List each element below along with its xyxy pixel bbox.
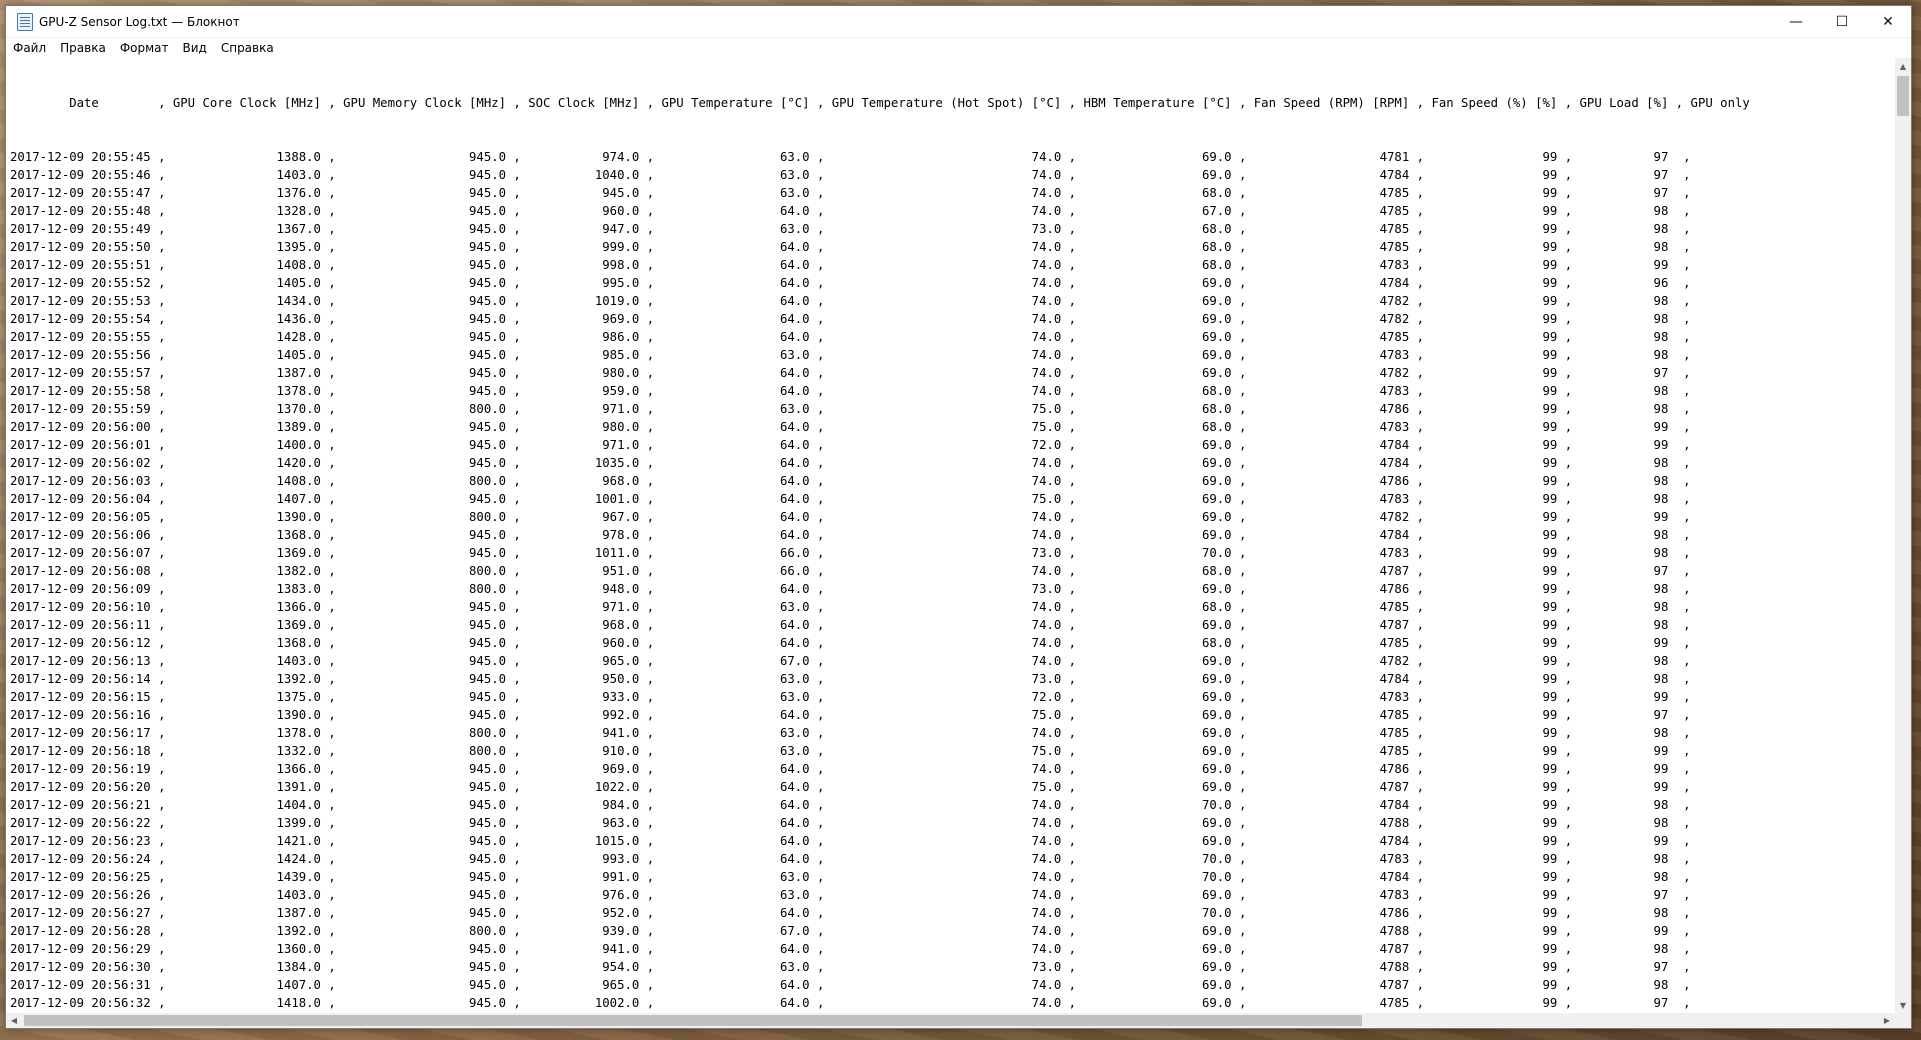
log-line: 2017-12-09 20:56:09 , 1383.0 , 800.0 , 9… <box>10 582 1691 596</box>
log-line: 2017-12-09 20:56:26 , 1403.0 , 945.0 , 9… <box>10 888 1691 902</box>
log-line: 2017-12-09 20:56:13 , 1403.0 , 945.0 , 9… <box>10 654 1691 668</box>
horizontal-scroll-thumb[interactable] <box>24 1015 1362 1026</box>
header-line: Date , GPU Core Clock [MHz] , GPU Memory… <box>10 96 1750 110</box>
log-line: 2017-12-09 20:56:06 , 1368.0 , 945.0 , 9… <box>10 528 1691 542</box>
log-line: 2017-12-09 20:55:48 , 1328.0 , 945.0 , 9… <box>10 204 1691 218</box>
close-button[interactable]: ✕ <box>1865 6 1911 37</box>
log-line: 2017-12-09 20:56:27 , 1387.0 , 945.0 , 9… <box>10 906 1691 920</box>
log-line: 2017-12-09 20:56:04 , 1407.0 , 945.0 , 1… <box>10 492 1691 506</box>
scroll-left-icon[interactable]: ◀ <box>6 1013 22 1028</box>
log-line: 2017-12-09 20:56:02 , 1420.0 , 945.0 , 1… <box>10 456 1691 470</box>
menu-file[interactable]: Файл <box>6 41 53 55</box>
log-line: 2017-12-09 20:55:57 , 1387.0 , 945.0 , 9… <box>10 366 1691 380</box>
log-line: 2017-12-09 20:55:53 , 1434.0 , 945.0 , 1… <box>10 294 1691 308</box>
log-line: 2017-12-09 20:56:28 , 1392.0 , 800.0 , 9… <box>10 924 1691 938</box>
window-controls: — ☐ ✕ <box>1773 6 1911 37</box>
vertical-scroll-thumb[interactable] <box>1897 76 1909 116</box>
maximize-button[interactable]: ☐ <box>1819 6 1865 37</box>
log-line: 2017-12-09 20:55:50 , 1395.0 , 945.0 , 9… <box>10 240 1691 254</box>
log-line: 2017-12-09 20:55:59 , 1370.0 , 800.0 , 9… <box>10 402 1691 416</box>
menu-view[interactable]: Вид <box>176 41 214 55</box>
log-line: 2017-12-09 20:56:10 , 1366.0 , 945.0 , 9… <box>10 600 1691 614</box>
log-line: 2017-12-09 20:56:08 , 1382.0 , 800.0 , 9… <box>10 564 1691 578</box>
scrollbar-corner <box>1895 1013 1911 1028</box>
log-line: 2017-12-09 20:56:23 , 1421.0 , 945.0 , 1… <box>10 834 1691 848</box>
log-line: 2017-12-09 20:56:07 , 1369.0 , 945.0 , 1… <box>10 546 1691 560</box>
log-line: 2017-12-09 20:56:32 , 1418.0 , 945.0 , 1… <box>10 996 1691 1010</box>
log-line: 2017-12-09 20:56:17 , 1378.0 , 800.0 , 9… <box>10 726 1691 740</box>
document-text[interactable]: Date , GPU Core Clock [MHz] , GPU Memory… <box>6 58 1895 1013</box>
log-line: 2017-12-09 20:56:15 , 1375.0 , 945.0 , 9… <box>10 690 1691 704</box>
log-line: 2017-12-09 20:55:54 , 1436.0 , 945.0 , 9… <box>10 312 1691 326</box>
vertical-scrollbar[interactable]: ▲ ▼ <box>1895 58 1911 1013</box>
log-line: 2017-12-09 20:56:18 , 1332.0 , 800.0 , 9… <box>10 744 1691 758</box>
title-bar[interactable]: GPU-Z Sensor Log.txt — Блокнот — ☐ ✕ <box>6 6 1911 38</box>
log-line: 2017-12-09 20:55:52 , 1405.0 , 945.0 , 9… <box>10 276 1691 290</box>
log-line: 2017-12-09 20:56:30 , 1384.0 , 945.0 , 9… <box>10 960 1691 974</box>
log-line: 2017-12-09 20:55:45 , 1388.0 , 945.0 , 9… <box>10 150 1691 164</box>
log-line: 2017-12-09 20:56:24 , 1424.0 , 945.0 , 9… <box>10 852 1691 866</box>
log-line: 2017-12-09 20:56:11 , 1369.0 , 945.0 , 9… <box>10 618 1691 632</box>
notepad-icon[interactable] <box>17 12 33 31</box>
log-line: 2017-12-09 20:55:47 , 1376.0 , 945.0 , 9… <box>10 186 1691 200</box>
log-line: 2017-12-09 20:56:14 , 1392.0 , 945.0 , 9… <box>10 672 1691 686</box>
log-line: 2017-12-09 20:56:01 , 1400.0 , 945.0 , 9… <box>10 438 1691 452</box>
log-line: 2017-12-09 20:56:29 , 1360.0 , 945.0 , 9… <box>10 942 1691 956</box>
log-line: 2017-12-09 20:56:00 , 1389.0 , 945.0 , 9… <box>10 420 1691 434</box>
log-line: 2017-12-09 20:56:21 , 1404.0 , 945.0 , 9… <box>10 798 1691 812</box>
log-line: 2017-12-09 20:56:16 , 1390.0 , 945.0 , 9… <box>10 708 1691 722</box>
log-line: 2017-12-09 20:56:03 , 1408.0 , 800.0 , 9… <box>10 474 1691 488</box>
menu-bar: Файл Правка Формат Вид Справка <box>6 38 1911 57</box>
menu-help[interactable]: Справка <box>214 41 281 55</box>
scroll-down-icon[interactable]: ▼ <box>1895 997 1911 1013</box>
log-line: 2017-12-09 20:55:58 , 1378.0 , 945.0 , 9… <box>10 384 1691 398</box>
window-title: GPU-Z Sensor Log.txt — Блокнот <box>39 14 240 29</box>
menu-edit[interactable]: Правка <box>53 41 113 55</box>
log-line: 2017-12-09 20:56:12 , 1368.0 , 945.0 , 9… <box>10 636 1691 650</box>
log-line: 2017-12-09 20:56:25 , 1439.0 , 945.0 , 9… <box>10 870 1691 884</box>
log-line: 2017-12-09 20:55:51 , 1408.0 , 945.0 , 9… <box>10 258 1691 272</box>
scroll-up-icon[interactable]: ▲ <box>1895 58 1911 74</box>
log-line: 2017-12-09 20:56:31 , 1407.0 , 945.0 , 9… <box>10 978 1691 992</box>
log-line: 2017-12-09 20:56:05 , 1390.0 , 800.0 , 9… <box>10 510 1691 524</box>
menu-format[interactable]: Формат <box>113 41 176 55</box>
log-line: 2017-12-09 20:56:19 , 1366.0 , 945.0 , 9… <box>10 762 1691 776</box>
minimize-button[interactable]: — <box>1773 6 1819 37</box>
log-line: 2017-12-09 20:56:22 , 1399.0 , 945.0 , 9… <box>10 816 1691 830</box>
log-line: 2017-12-09 20:55:49 , 1367.0 , 945.0 , 9… <box>10 222 1691 236</box>
log-line: 2017-12-09 20:55:55 , 1428.0 , 945.0 , 9… <box>10 330 1691 344</box>
log-line: 2017-12-09 20:55:56 , 1405.0 , 945.0 , 9… <box>10 348 1691 362</box>
log-line: 2017-12-09 20:55:46 , 1403.0 , 945.0 , 1… <box>10 168 1691 182</box>
text-editor[interactable]: Date , GPU Core Clock [MHz] , GPU Memory… <box>6 58 1895 1013</box>
log-line: 2017-12-09 20:56:20 , 1391.0 , 945.0 , 1… <box>10 780 1691 794</box>
horizontal-scrollbar[interactable]: ◀ ▶ <box>6 1013 1895 1028</box>
notepad-window: GPU-Z Sensor Log.txt — Блокнот — ☐ ✕ Фай… <box>5 5 1912 1029</box>
scroll-right-icon[interactable]: ▶ <box>1879 1013 1895 1028</box>
